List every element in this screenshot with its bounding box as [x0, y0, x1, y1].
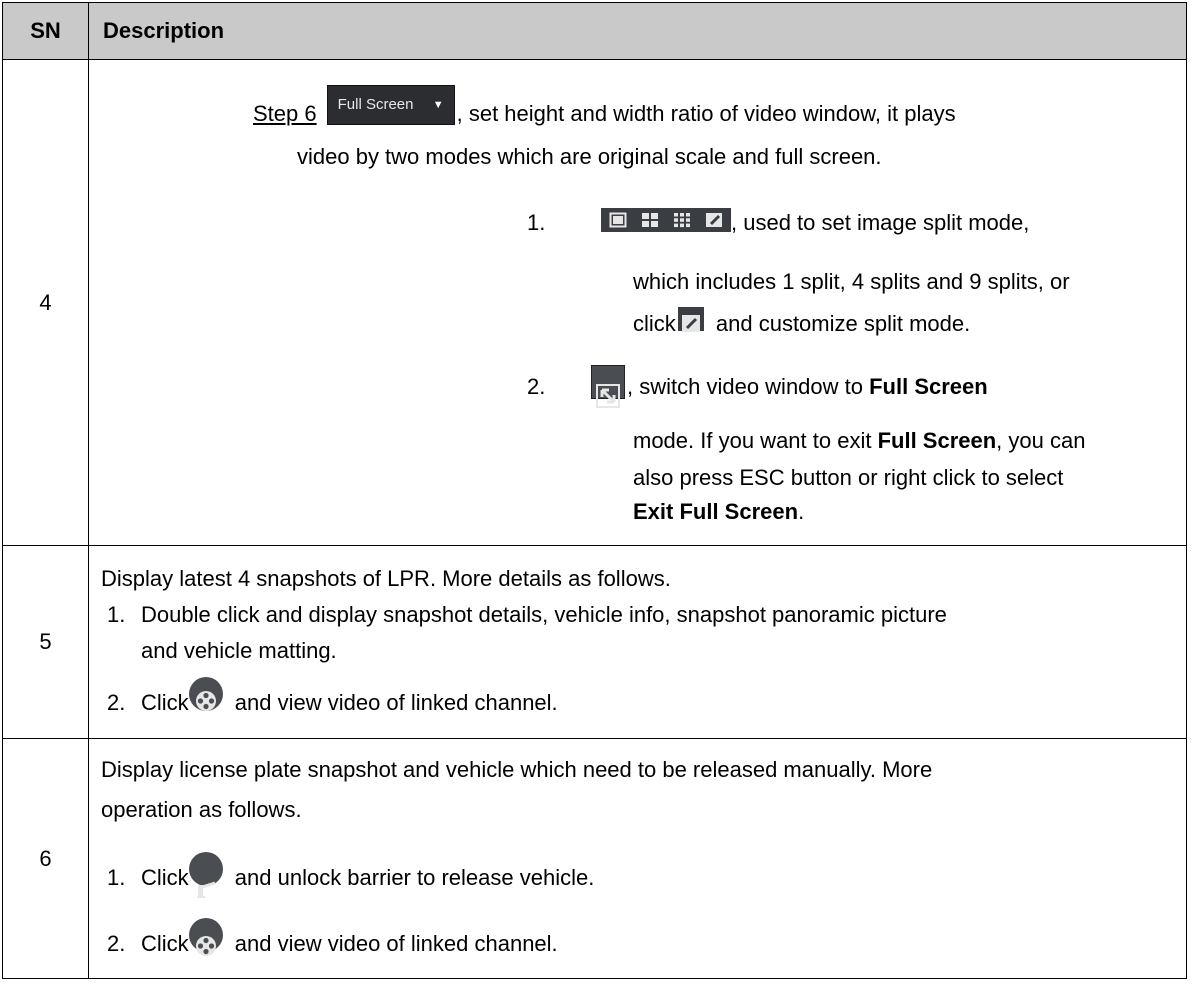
video-reel-icon[interactable] [188, 677, 223, 712]
chevron-down-icon: ▼ [432, 98, 444, 111]
aspect-ratio-dropdown[interactable]: Full Screen ▼ [326, 84, 455, 125]
list-text: mode. If you want to exit [633, 427, 878, 453]
list-item: 2. , switch video window to Full Screen [101, 348, 1174, 410]
step-text: , set height and width ratio of video wi… [456, 100, 956, 126]
step-label: Step 6 [253, 100, 317, 126]
table-header-row: SN Description [2, 2, 1187, 60]
row-sn: 5 [2, 545, 89, 739]
list-text-cont: Exit Full Screen. [101, 492, 1174, 526]
row-description: Step 6 Full Screen ▼ , set height and width… [88, 59, 1187, 546]
row-description: Display latest 4 snapshots of LPR. More … [88, 545, 1187, 739]
fullscreen-icon[interactable] [591, 364, 625, 408]
list-text: Double click and display snapshot detail… [141, 602, 947, 627]
header-sn: SN [2, 2, 89, 60]
list-text: , used to set image split mode, [731, 209, 1030, 235]
list-text: and view video of linked channel. [228, 930, 558, 956]
row-intro: Display latest 4 snapshots of LPR. More … [101, 566, 671, 591]
description-table: SN Description 4 Step 6 Full Screen ▼ , set… [2, 2, 1187, 979]
step-line: Step 6 Full Screen ▼ , set height and width… [101, 82, 1174, 136]
list-text-bold: Exit Full Screen [633, 498, 799, 524]
row-description: Display license plate snapshot and vehic… [88, 738, 1187, 979]
split-mode-toolbar [601, 207, 731, 232]
custom-split-icon[interactable] [677, 306, 704, 332]
header-description: Description [88, 2, 1187, 60]
table-row: 4 Step 6 Full Screen ▼ , set height and wid… [2, 59, 1187, 546]
list-text-cont: which includes 1 split, 4 splits and 9 s… [633, 268, 1070, 294]
video-reel-icon[interactable] [188, 917, 223, 956]
list-text: Click [141, 690, 189, 715]
step-text-cont: video by two modes which are original sc… [297, 143, 882, 169]
list-number: 2. [107, 930, 126, 956]
list-number: 2. [527, 373, 546, 399]
table-row: 5 Display latest 4 snapshots of LPR. Mor… [2, 545, 1187, 739]
list-text-cont: also press ESC button or right click to … [633, 464, 1064, 490]
list-number: 1. [527, 209, 546, 235]
list-text-bold: Full Screen [869, 373, 988, 399]
split-4-icon[interactable] [641, 212, 659, 228]
list-text: and customize split mode. [709, 310, 971, 336]
list-text-cont: and vehicle matting. [141, 638, 337, 663]
list-text: , you can [996, 427, 1086, 453]
barrier-icon[interactable] [188, 851, 223, 898]
list-number: 1. [107, 602, 126, 627]
list-item: 2. Click and view video of linked channe… [101, 906, 1174, 968]
row-intro: Display license plate snapshot and vehic… [101, 756, 933, 782]
list-text: Click [141, 930, 189, 956]
split-1-icon[interactable] [609, 212, 627, 228]
table-row: 6 Display license plate snapshot and veh… [2, 738, 1187, 979]
list-text: and view video of linked channel. [228, 690, 558, 715]
list-text: . [798, 498, 805, 524]
list-item: 1. , used to set image split mode, [101, 190, 1174, 250]
list-item: 1. Click and unlock barrier to release v… [101, 830, 1174, 906]
dropdown-value: Full Screen [337, 95, 414, 113]
row-intro: operation as follows. [101, 796, 302, 822]
split-9-icon[interactable] [673, 212, 691, 228]
list-text: Click [141, 864, 189, 890]
list-text: click [633, 310, 676, 336]
custom-split-icon[interactable] [705, 212, 723, 228]
list-text-bold: Full Screen [877, 427, 997, 453]
row-sn: 6 [2, 738, 89, 979]
list-number: 2. [107, 690, 126, 715]
list-item: 1. Double click and display snapshot det… [101, 597, 1174, 633]
list-text: and unlock barrier to release vehicle. [228, 864, 595, 890]
list-text: , switch video window to [627, 373, 870, 399]
list-item: 2. Click and view video of linked channe… [101, 669, 1174, 725]
list-text-cont: click and customize split mode. [101, 302, 1174, 348]
row-sn: 4 [2, 59, 89, 546]
